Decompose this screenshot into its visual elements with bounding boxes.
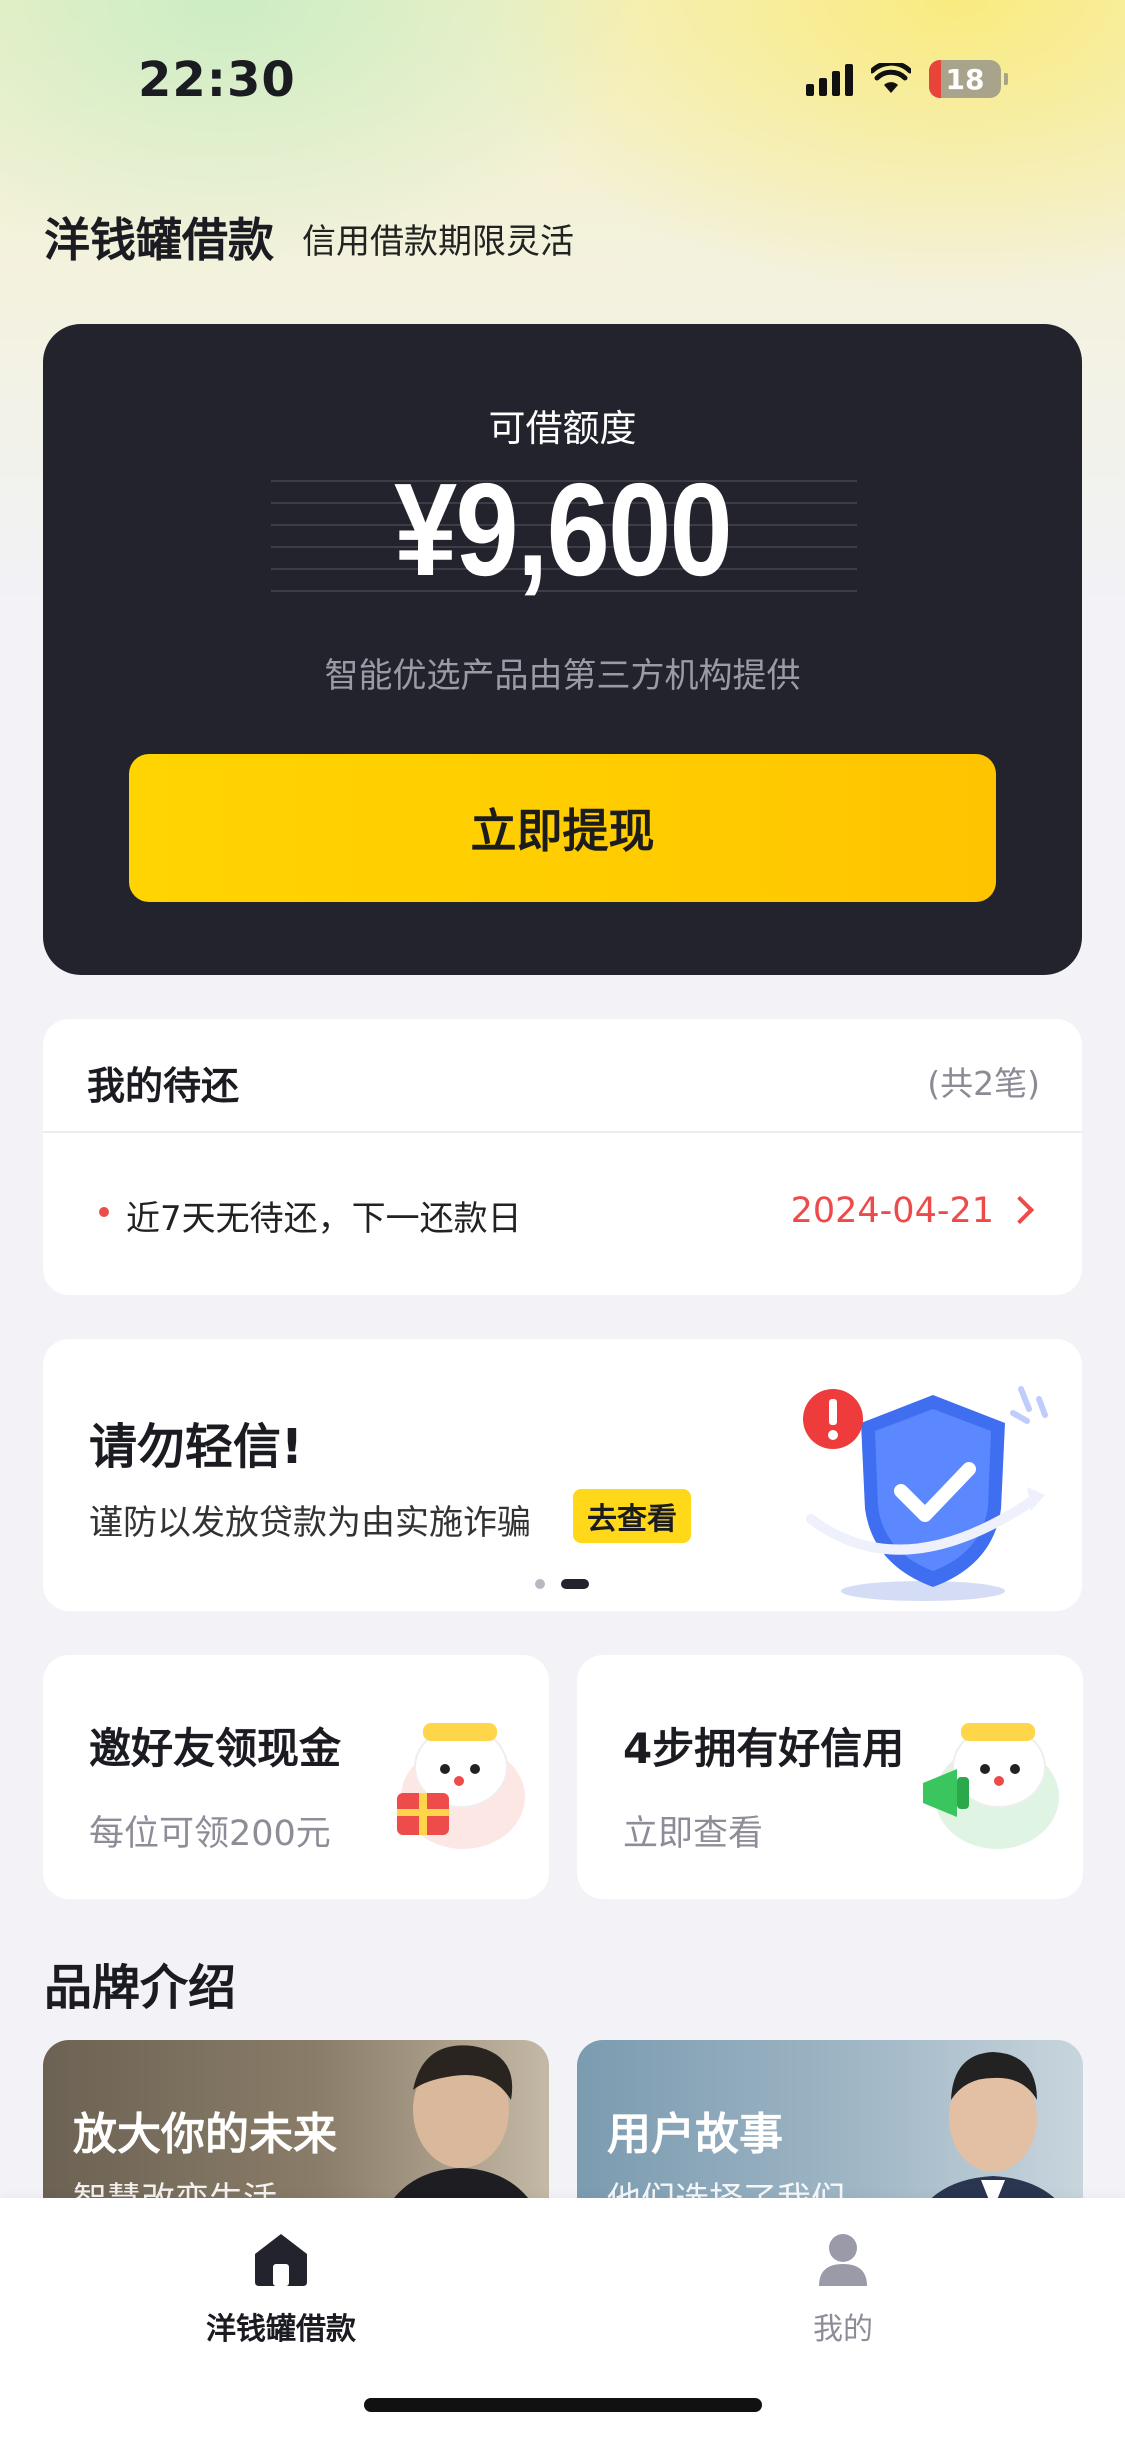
repayment-title: 我的待还 bbox=[87, 1064, 240, 1108]
promo-subtitle: 每位可领200元 bbox=[89, 1814, 331, 1854]
home-indicator bbox=[364, 2398, 762, 2412]
credit-provider-note: 智能优选产品由第三方机构提供 bbox=[324, 656, 801, 696]
cellular-signal-icon bbox=[806, 62, 853, 96]
page-title: 洋钱罐借款 bbox=[44, 213, 274, 267]
chevron-right-icon bbox=[1005, 1195, 1035, 1225]
fraud-warning-banner[interactable]: 请勿轻信! 谨防以发放贷款为由实施诈骗 去查看 bbox=[43, 1339, 1082, 1611]
home-icon bbox=[255, 2234, 307, 2286]
repayment-message: 近7天无待还，下一还款日 bbox=[126, 1199, 522, 1239]
repayment-count: (共2笔) bbox=[927, 1064, 1040, 1103]
brand-card-title: 用户故事 bbox=[607, 2109, 783, 2160]
mascot-megaphone-icon bbox=[923, 1723, 1059, 1849]
promo-subtitle: 立即查看 bbox=[623, 1814, 764, 1854]
page-dot bbox=[535, 1579, 545, 1589]
tab-me[interactable]: 我的 bbox=[693, 2232, 993, 2348]
view-button[interactable]: 去查看 bbox=[573, 1489, 691, 1543]
brand-card-title: 放大你的未来 bbox=[73, 2109, 337, 2160]
wifi-icon bbox=[871, 63, 911, 93]
banner-title: 请勿轻信! bbox=[89, 1419, 303, 1475]
status-time: 22:30 bbox=[138, 52, 296, 108]
invite-friends-card[interactable]: 邀好友领现金 每位可领200元 bbox=[43, 1655, 549, 1899]
banner-text: 谨防以发放贷款为由实施诈骗 bbox=[89, 1503, 531, 1543]
page-dot-active bbox=[561, 1579, 589, 1589]
page-subtitle: 信用借款期限灵活 bbox=[302, 222, 574, 262]
bullet-dot bbox=[99, 1207, 109, 1217]
tab-label: 洋钱罐借款 bbox=[206, 2312, 356, 2347]
promo-title: 4步拥有好信用 bbox=[623, 1724, 905, 1773]
mascot-gift-icon bbox=[397, 1723, 525, 1849]
credit-limit-card: 可借额度 ¥9,600 智能优选产品由第三方机构提供 立即提现 bbox=[43, 324, 1082, 975]
withdraw-button[interactable]: 立即提现 bbox=[129, 754, 996, 902]
credit-steps-card[interactable]: 4步拥有好信用 立即查看 bbox=[577, 1655, 1083, 1899]
credit-limit-amount: ¥9,600 bbox=[394, 456, 733, 603]
repayment-card: 我的待还 (共2笔) 近7天无待还，下一还款日 2024-04-21 bbox=[43, 1019, 1082, 1295]
tab-home[interactable]: 洋钱罐借款 bbox=[131, 2232, 431, 2348]
promo-title: 邀好友领现金 bbox=[89, 1724, 342, 1773]
banner-pagination bbox=[535, 1579, 589, 1589]
repayment-row[interactable]: 近7天无待还，下一还款日 2024-04-21 bbox=[43, 1133, 1082, 1295]
status-icons: 18 bbox=[806, 60, 1008, 98]
brand-section-title: 品牌介绍 bbox=[44, 1960, 237, 2016]
battery-icon: 18 bbox=[929, 60, 1008, 98]
security-shield-icon bbox=[803, 1386, 1048, 1601]
next-repayment-date: 2024-04-21 bbox=[790, 1191, 994, 1231]
user-icon bbox=[819, 2234, 867, 2286]
tab-label: 我的 bbox=[813, 2312, 873, 2347]
credit-limit-label: 可借额度 bbox=[488, 407, 637, 450]
